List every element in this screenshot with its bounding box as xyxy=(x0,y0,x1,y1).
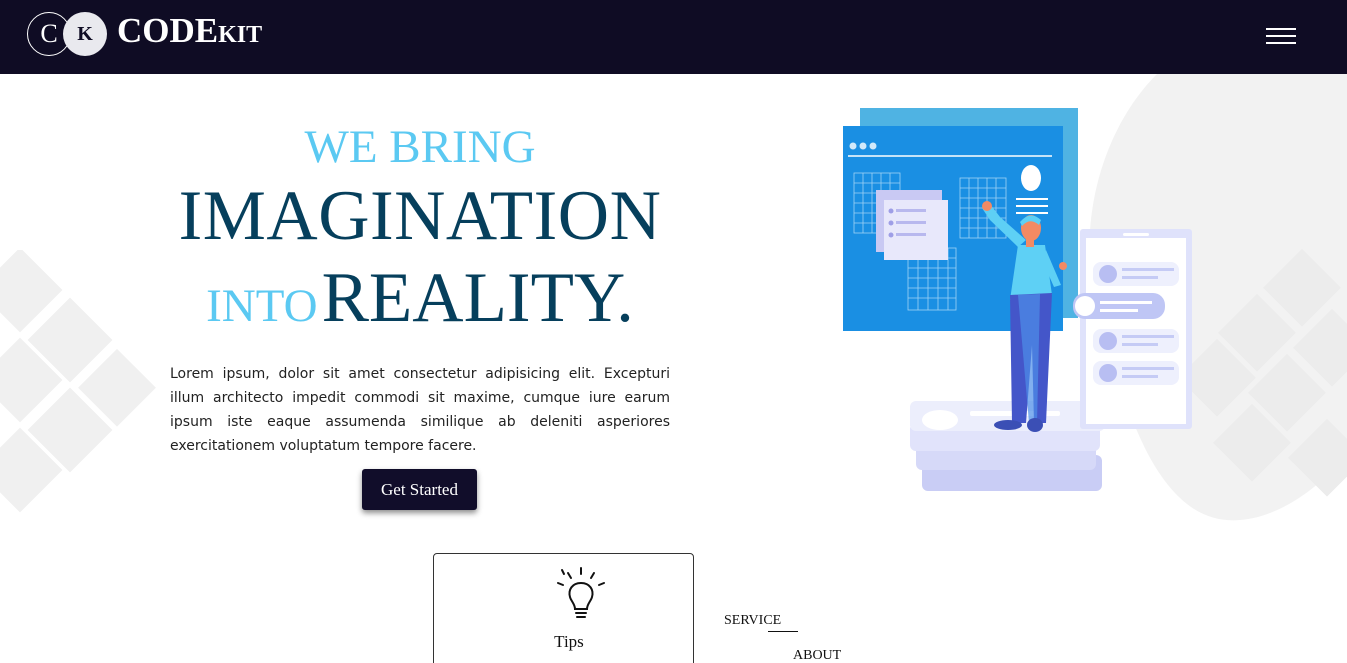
hamburger-menu-icon[interactable] xyxy=(1264,25,1298,47)
diamond-pattern-left xyxy=(0,250,156,513)
brand-name: CODEKIT xyxy=(117,11,262,51)
feature-card-label: Tips xyxy=(554,632,584,651)
brand-main: CODE xyxy=(117,11,219,50)
logo[interactable]: C K CODEKIT xyxy=(27,11,327,57)
lightbulb-icon xyxy=(557,567,605,618)
logo-k-circle: K xyxy=(63,12,107,56)
nav-link-about[interactable]: ABOUT xyxy=(793,648,841,663)
nav-link-service[interactable]: SERVICE xyxy=(724,613,781,629)
hero-into: INTO xyxy=(206,280,318,332)
brand-sub: KIT xyxy=(218,22,263,48)
hero-tagline-top: WE BRING xyxy=(304,121,536,173)
platform-stack xyxy=(910,401,1105,491)
diamond-pattern-right xyxy=(1185,248,1347,497)
hero-illustration xyxy=(843,108,1192,491)
hero-description: Lorem ipsum, dolor sit amet consectetur … xyxy=(170,366,670,454)
get-started-button[interactable]: Get Started xyxy=(362,469,477,510)
hero-headline-bottom: INTO REALITY. xyxy=(170,258,670,339)
service-underline xyxy=(768,631,798,632)
navbar: C K CODEKIT xyxy=(0,0,1347,74)
hero-reality: REALITY. xyxy=(321,259,634,337)
hero-headline: IMAGINATION xyxy=(178,177,662,255)
